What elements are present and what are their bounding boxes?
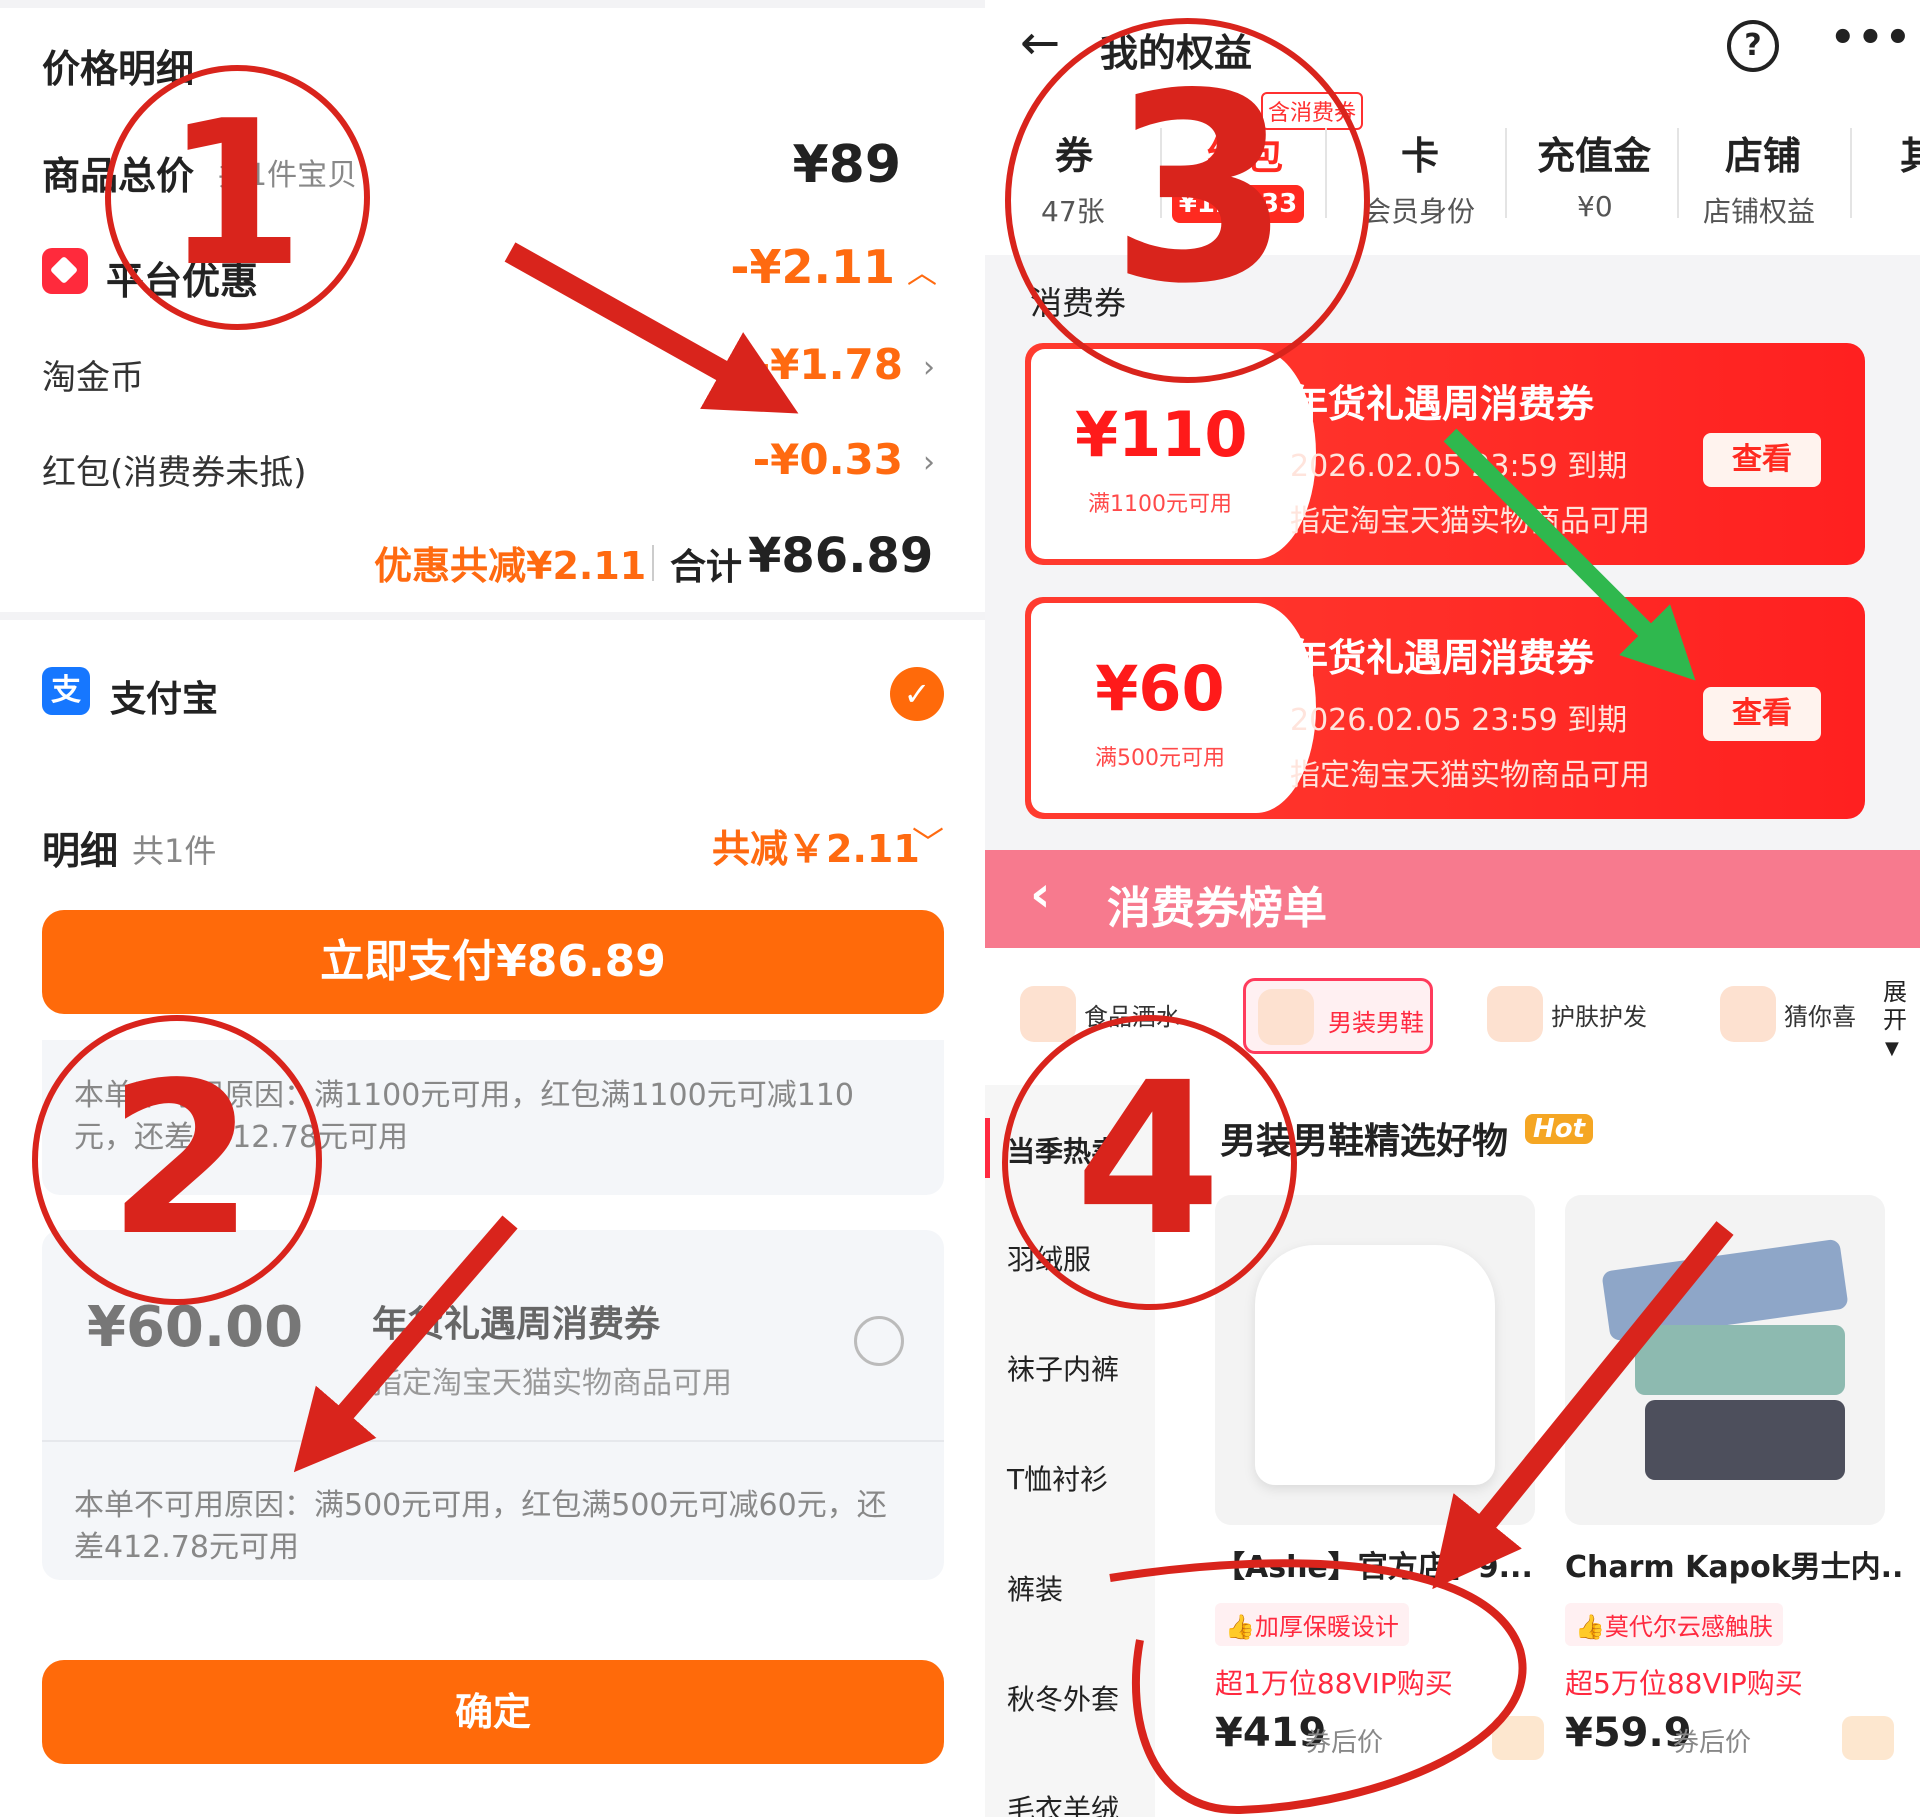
product-circle [1109,1559,1527,1815]
arrow-green [1443,428,1696,681]
arrow-4 [1432,1221,1734,1590]
arrow-2 [293,1215,518,1473]
annotation-number: 1 [165,78,305,311]
annotation-number: 3 [1110,39,1291,341]
annotation-number: 2 [108,1037,255,1282]
arrow-1 [504,242,799,414]
annotation-number: 4 [1075,1037,1222,1282]
